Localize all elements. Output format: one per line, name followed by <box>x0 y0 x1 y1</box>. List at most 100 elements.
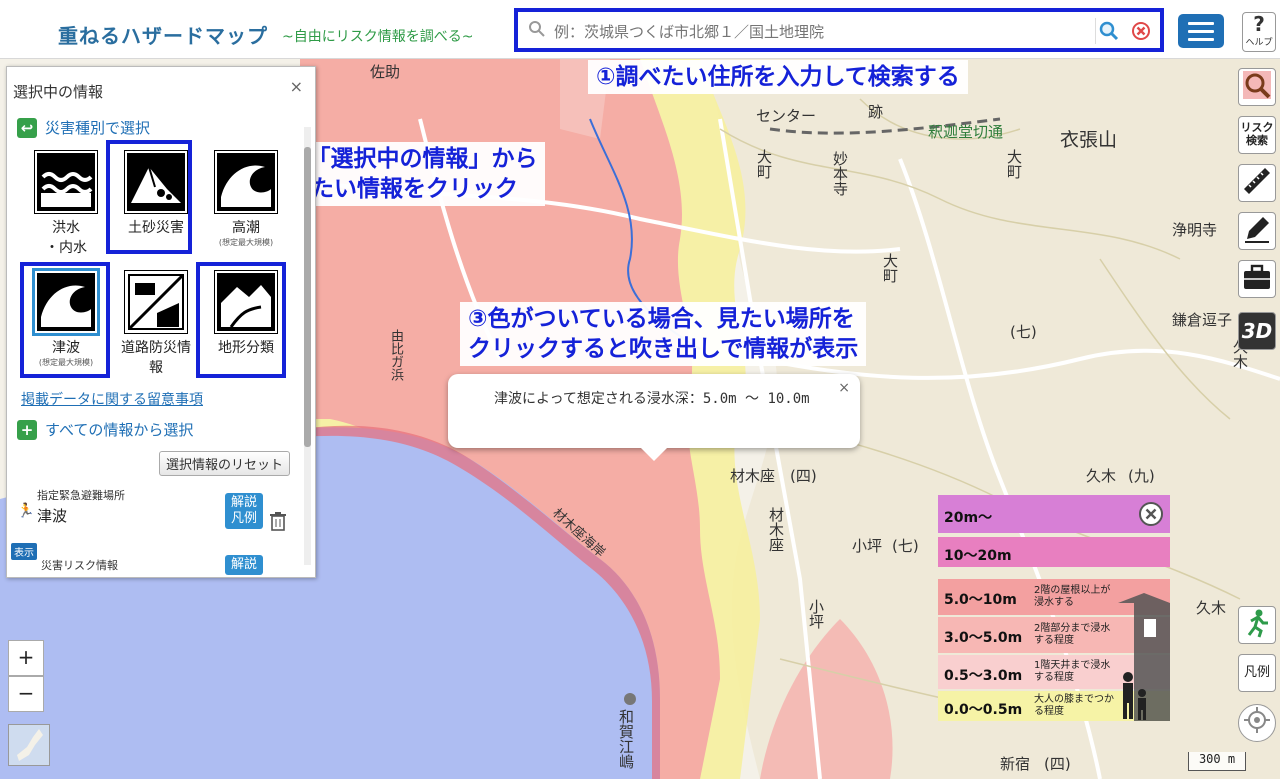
map-label-mountain: 衣張山 <box>1060 129 1118 151</box>
hamburger-menu-button[interactable] <box>1178 14 1224 48</box>
map-label-omachi-1: 大町 <box>755 149 773 179</box>
overview-map-button[interactable] <box>8 724 50 766</box>
annotation-step2-line2: 見たい情報をクリック <box>288 176 518 202</box>
highlight-landslide <box>106 140 192 254</box>
search-input[interactable] <box>552 18 1116 46</box>
map-label-omachi-3: 大町 <box>881 253 899 283</box>
trash-icon[interactable] <box>269 511 287 535</box>
question-icon: ? <box>1253 12 1265 36</box>
map-label-zaimokuza-1: 材木座 <box>730 467 776 485</box>
draw-button[interactable] <box>1238 212 1276 250</box>
reset-selection-button[interactable]: 選択情報のリセット <box>159 451 291 476</box>
data-notes-link[interactable]: 掲載データに関する留意事項 <box>21 389 203 409</box>
map-label-kotsubo-1: 小坪 <box>852 537 883 555</box>
map-label-sasuke: 佐助 <box>370 63 401 81</box>
map-label-cape: 和賀江嶋 <box>617 709 635 769</box>
map-label-nine: (九) <box>1128 467 1155 485</box>
legend-range-4: 0.5～3.0m <box>944 668 1023 684</box>
search-icon <box>528 20 548 40</box>
map-label-kuki-3: 久木 <box>1196 599 1227 617</box>
guide-label: 解説 <box>230 495 257 510</box>
hazard-road[interactable]: 道路防災情報 <box>115 270 197 377</box>
annotation-step3-line1: ③色がついている場合、見たい場所を <box>468 306 855 332</box>
map-label-center: センター <box>756 107 817 125</box>
legend-row-1: 10～20m <box>938 537 1170 567</box>
hazard-storm-surge-label: 高潮 <box>232 220 260 236</box>
legend-close-icon[interactable] <box>1138 501 1164 531</box>
legend-range-2: 5.0～10m <box>944 592 1017 608</box>
hazard-storm-surge-note: (想定最大規模) <box>218 238 274 247</box>
japan-map-icon <box>17 729 43 761</box>
hazard-flood[interactable]: 洪水 ・内水 <box>25 150 107 257</box>
hazard-flood-label: 洪水 <box>52 220 80 236</box>
search-button[interactable] <box>1095 18 1122 44</box>
map-label-four: (四) <box>790 467 817 485</box>
3d-button[interactable]: 3D <box>1238 312 1276 350</box>
map-label-kotsubo-2: 小坪 <box>807 599 825 629</box>
map-label-seven-2: (七) <box>892 537 919 555</box>
section-all-info-label: すべての情報から選択 <box>45 421 194 439</box>
highlight-landform <box>196 262 286 378</box>
legend-desc-4: 1階天井まで浸水する程度 <box>1034 660 1111 683</box>
app-header: 重ねるハザードマップ ~自由にリスク情報を調べる~ ? ヘルプ <box>0 0 1280 59</box>
legend-desc-5: 大人の膝までつかる程度 <box>1034 694 1114 717</box>
annotation-step1: ①調べたい住所を入力して検索する <box>588 60 968 94</box>
layer1-name: 指定緊急避難場所 <box>37 489 125 502</box>
layer1-guide-button[interactable]: 解説 凡例 <box>225 493 263 529</box>
legend-range-3: 3.0～5.0m <box>944 630 1023 646</box>
map-label-kamakura: 鎌倉逗子 <box>1172 311 1233 329</box>
panel-close-button[interactable]: × <box>290 77 303 96</box>
annotation-step3: ③色がついている場合、見たい場所を クリックすると吹き出しで情報が表示 <box>460 302 867 366</box>
show-badge[interactable]: 表示 <box>11 543 37 560</box>
layer2-guide-button[interactable]: 解説 <box>225 555 263 575</box>
legend-button[interactable]: 凡例 <box>1238 654 1276 692</box>
back-arrow-icon: ↩ <box>17 117 37 138</box>
flood-icon <box>34 150 98 214</box>
legend-desc-2: 2階の屋根以上が浸水する <box>1034 585 1111 608</box>
map-label-seven: (七) <box>1010 323 1037 341</box>
map-label-omachi-2: 大町 <box>1005 149 1023 179</box>
gps-button[interactable] <box>1238 704 1276 742</box>
map-label-four-2: (四) <box>1044 755 1071 773</box>
annotation-step3-line2: クリックすると吹き出しで情報が表示 <box>468 336 859 362</box>
popup-text: 津波によって想定される浸水深：5.0m ～ 10.0m <box>494 391 810 407</box>
section-by-disaster-label: 災害種別で選択 <box>45 119 151 137</box>
menu-bar-icon <box>1188 21 1214 25</box>
map-label-temple: 妙本寺 <box>831 151 849 196</box>
zoom-out-button[interactable]: − <box>8 676 44 712</box>
toolbox-button[interactable] <box>1238 260 1276 298</box>
help-button[interactable]: ? ヘルプ <box>1242 12 1276 52</box>
menu-bar-icon <box>1188 37 1214 41</box>
evacuation-button[interactable] <box>1238 606 1276 644</box>
annotation-step2: ②「選択中の情報」から 見たい情報をクリック <box>280 142 546 206</box>
hazard-storm-surge[interactable]: 高潮 (想定最大規模) <box>205 150 287 248</box>
person-icon <box>1123 672 1146 720</box>
panel-title: 選択中の情報 <box>13 83 104 101</box>
section-by-disaster[interactable]: ↩ 災害種別で選択 <box>17 117 150 138</box>
legend-range-1: 10～20m <box>944 548 1012 564</box>
plus-icon: + <box>17 419 37 440</box>
app-title[interactable]: 重ねるハザードマップ <box>58 20 268 49</box>
measure-button[interactable] <box>1238 164 1276 202</box>
annotation-step2-line1: ②「選択中の情報」から <box>288 146 538 172</box>
legend-row-0: 20m～ <box>938 495 1170 533</box>
section-all-info[interactable]: + すべての情報から選択 <box>17 419 193 440</box>
locate-icon <box>1244 707 1270 733</box>
legend-range-0: 20m～ <box>944 510 993 526</box>
map-layer-button[interactable] <box>1238 68 1276 106</box>
panel-scrollbar[interactable] <box>304 127 311 565</box>
map-label-zaimokuza-2: 材木座 <box>767 507 785 552</box>
risk-search-button[interactable]: リスク検索 <box>1238 116 1276 154</box>
popup-close-button[interactable]: × <box>838 380 850 396</box>
map-label-kuki-2: 久木 <box>1086 467 1117 485</box>
clear-search-button[interactable] <box>1128 18 1154 44</box>
highlight-tsunami <box>20 262 110 378</box>
road-disaster-icon <box>124 270 188 334</box>
help-label: ヘルプ <box>1245 38 1273 48</box>
close-icon <box>1132 22 1150 40</box>
legend-label: 凡例 <box>230 511 257 526</box>
search-bar <box>514 8 1164 52</box>
pencil-icon <box>1245 217 1269 243</box>
zoom-in-button[interactable]: + <box>8 640 44 676</box>
scroll-thumb[interactable] <box>304 147 311 447</box>
